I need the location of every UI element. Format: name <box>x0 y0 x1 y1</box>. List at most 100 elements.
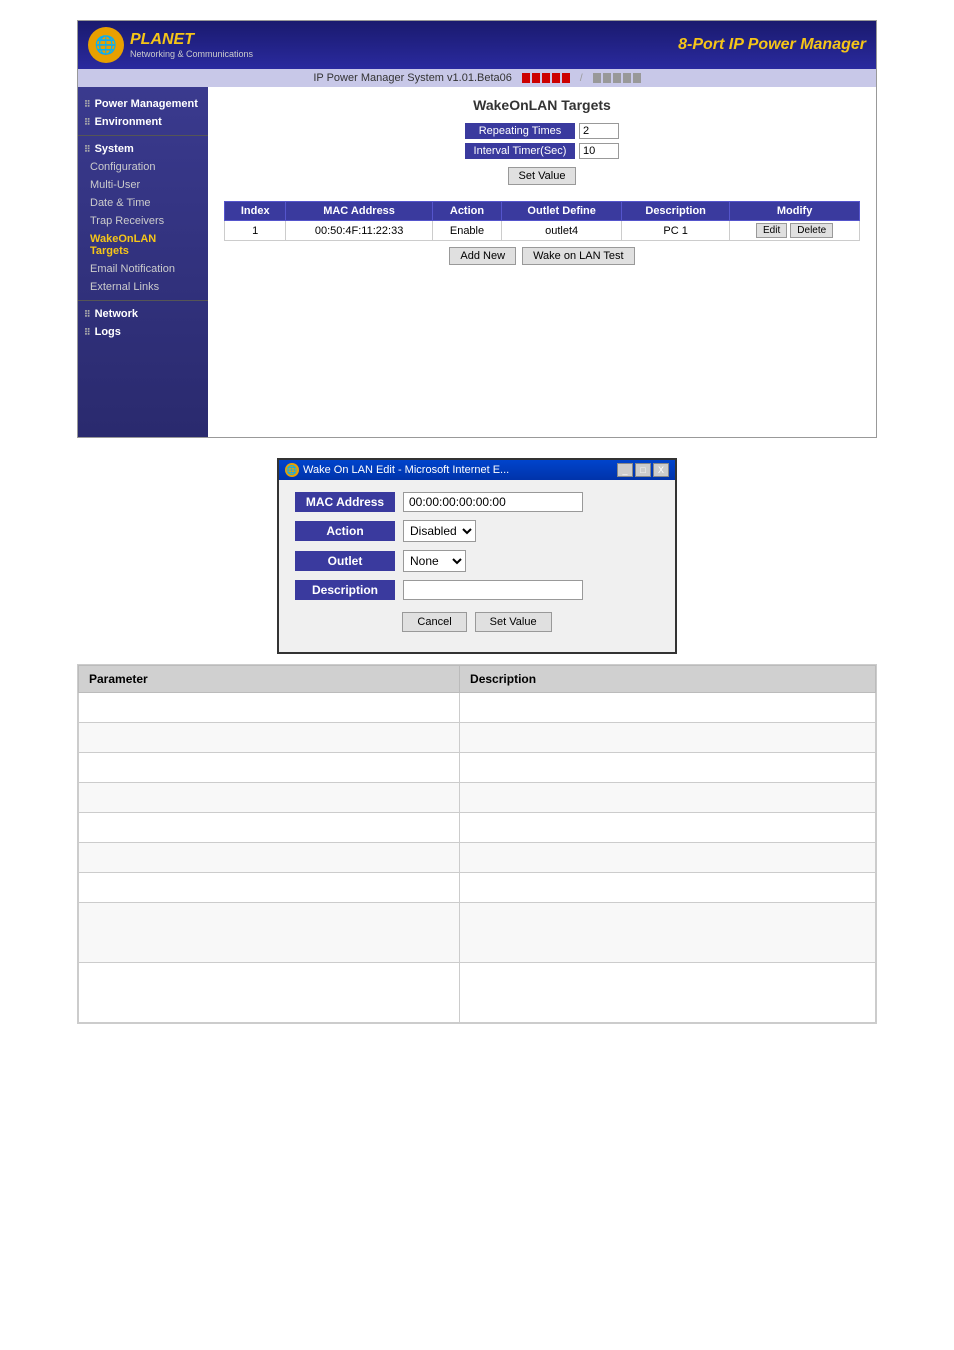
add-new-button[interactable]: Add New <box>449 247 516 265</box>
sidebar-item-wakeonlan-targets[interactable]: WakeOnLAN Targets <box>78 230 208 260</box>
ref-desc-1 <box>460 693 876 723</box>
col-action: Action <box>432 202 501 221</box>
ref-table-body <box>79 693 876 1023</box>
sidebar-item-configuration[interactable]: Configuration <box>78 158 208 176</box>
dialog-icon: 🌐 <box>285 463 299 477</box>
ref-table-container: Parameter Description <box>77 664 877 1024</box>
sidebar-section-environment[interactable]: ⠿ Environment <box>78 113 208 131</box>
dots-icon: ⠿ <box>84 99 91 110</box>
dialog-cancel-button[interactable]: Cancel <box>402 612 466 632</box>
dialog-description-row: Description <box>295 580 659 600</box>
cell-action: Enable <box>432 221 501 241</box>
sidebar-section-logs[interactable]: ⠿ Logs <box>78 323 208 341</box>
ref-desc-2 <box>460 723 876 753</box>
sidebar-item-date-time[interactable]: Date & Time <box>78 194 208 212</box>
ref-row <box>79 843 876 873</box>
status-dot-6 <box>593 73 601 83</box>
ref-param-8 <box>79 903 460 963</box>
header-bar: 🌐 PLANET Networking & Communications 8-P… <box>78 21 876 69</box>
interval-timer-input[interactable] <box>579 143 619 159</box>
ref-param-3 <box>79 753 460 783</box>
dialog-action-label: Action <box>295 521 395 541</box>
sidebar-system-label: System <box>95 143 134 155</box>
edit-dialog: 🌐 Wake On LAN Edit - Microsoft Internet … <box>277 458 677 654</box>
cell-modify: Edit Delete <box>730 221 860 241</box>
delete-button[interactable]: Delete <box>790 223 833 238</box>
table-row: 1 00:50:4F:11:22:33 Enable outlet4 PC 1 … <box>225 221 860 241</box>
set-value-row: Set Value <box>224 163 860 193</box>
col-index: Index <box>225 202 286 221</box>
dialog-description-input[interactable] <box>403 580 583 600</box>
dialog-footer: Cancel Set Value <box>295 608 659 640</box>
sidebar: ⠿ Power Management ⠿ Environment ⠿ Syste… <box>78 87 208 437</box>
ref-desc-7 <box>460 873 876 903</box>
sidebar-trap-label: Trap Receivers <box>90 215 164 227</box>
dialog-outlet-label: Outlet <box>295 551 395 571</box>
ref-row <box>79 723 876 753</box>
restore-button[interactable]: □ <box>635 463 651 477</box>
sidebar-divider-2 <box>78 300 208 301</box>
status-bar: IP Power Manager System v1.01.Beta06 / <box>78 69 876 87</box>
dialog-set-value-button[interactable]: Set Value <box>475 612 552 632</box>
ref-header-row: Parameter Description <box>79 666 876 693</box>
status-indicator-right <box>593 73 641 83</box>
status-text: IP Power Manager System v1.01.Beta06 <box>313 72 512 84</box>
sidebar-section-system[interactable]: ⠿ System <box>78 140 208 158</box>
cell-outlet-define: outlet4 <box>502 221 622 241</box>
ref-table-header: Parameter Description <box>79 666 876 693</box>
ref-row <box>79 903 876 963</box>
logo-planet: PLANET <box>130 31 253 49</box>
ref-table: Parameter Description <box>78 665 876 1023</box>
ref-col-desc: Description <box>460 666 876 693</box>
dialog-action-row: Action Disabled Enabled <box>295 520 659 542</box>
status-dot-1 <box>522 73 530 83</box>
sidebar-section-network[interactable]: ⠿ Network <box>78 305 208 323</box>
interval-timer-row: Interval Timer(Sec) <box>224 143 860 159</box>
sidebar-item-multi-user[interactable]: Multi-User <box>78 176 208 194</box>
sidebar-item-external-links[interactable]: External Links <box>78 278 208 296</box>
status-dot-8 <box>613 73 621 83</box>
product-title: 8-Port IP Power Manager <box>678 36 866 54</box>
wakeonlan-table: Index MAC Address Action Outlet Define D… <box>224 201 860 241</box>
cell-description: PC 1 <box>622 221 730 241</box>
sidebar-external-label: External Links <box>90 281 159 293</box>
ref-param-5 <box>79 813 460 843</box>
interval-timer-label: Interval Timer(Sec) <box>465 143 575 159</box>
status-divider: / <box>580 73 583 84</box>
dots-icon-3: ⠿ <box>84 144 91 155</box>
close-button[interactable]: X <box>653 463 669 477</box>
ref-col-param: Parameter <box>79 666 460 693</box>
minimize-button[interactable]: _ <box>617 463 633 477</box>
col-modify: Modify <box>730 202 860 221</box>
ref-param-9 <box>79 963 460 1023</box>
ref-row <box>79 693 876 723</box>
dialog-outlet-select[interactable]: None outlet1 outlet2 outlet3 outlet4 <box>403 550 466 572</box>
ref-desc-6 <box>460 843 876 873</box>
ref-row <box>79 753 876 783</box>
cell-index: 1 <box>225 221 286 241</box>
dialog-mac-label: MAC Address <box>295 492 395 512</box>
repeating-times-input[interactable] <box>579 123 619 139</box>
ref-param-4 <box>79 783 460 813</box>
logo-sub: Networking & Communications <box>130 49 253 59</box>
dialog-controls: _ □ X <box>617 463 669 477</box>
repeating-times-row: Repeating Times <box>224 123 860 139</box>
repeating-times-label: Repeating Times <box>465 123 575 139</box>
col-description: Description <box>622 202 730 221</box>
dialog-mac-input[interactable] <box>403 492 583 512</box>
sidebar-wakeonlan-label: WakeOnLAN Targets <box>90 233 156 257</box>
sidebar-divider-1 <box>78 135 208 136</box>
wake-on-lan-test-button[interactable]: Wake on LAN Test <box>522 247 635 265</box>
sidebar-power-label: Power Management <box>95 98 198 110</box>
edit-button[interactable]: Edit <box>756 223 787 238</box>
sidebar-logs-label: Logs <box>95 326 121 338</box>
sidebar-item-trap-receivers[interactable]: Trap Receivers <box>78 212 208 230</box>
table-header: Index MAC Address Action Outlet Define D… <box>225 202 860 221</box>
sidebar-item-email-notification[interactable]: Email Notification <box>78 260 208 278</box>
ref-row <box>79 963 876 1023</box>
sidebar-email-label: Email Notification <box>90 263 175 275</box>
dialog-action-select[interactable]: Disabled Enabled <box>403 520 476 542</box>
set-value-button[interactable]: Set Value <box>508 167 577 185</box>
sidebar-section-power-management[interactable]: ⠿ Power Management <box>78 95 208 113</box>
sidebar-network-label: Network <box>95 308 138 320</box>
